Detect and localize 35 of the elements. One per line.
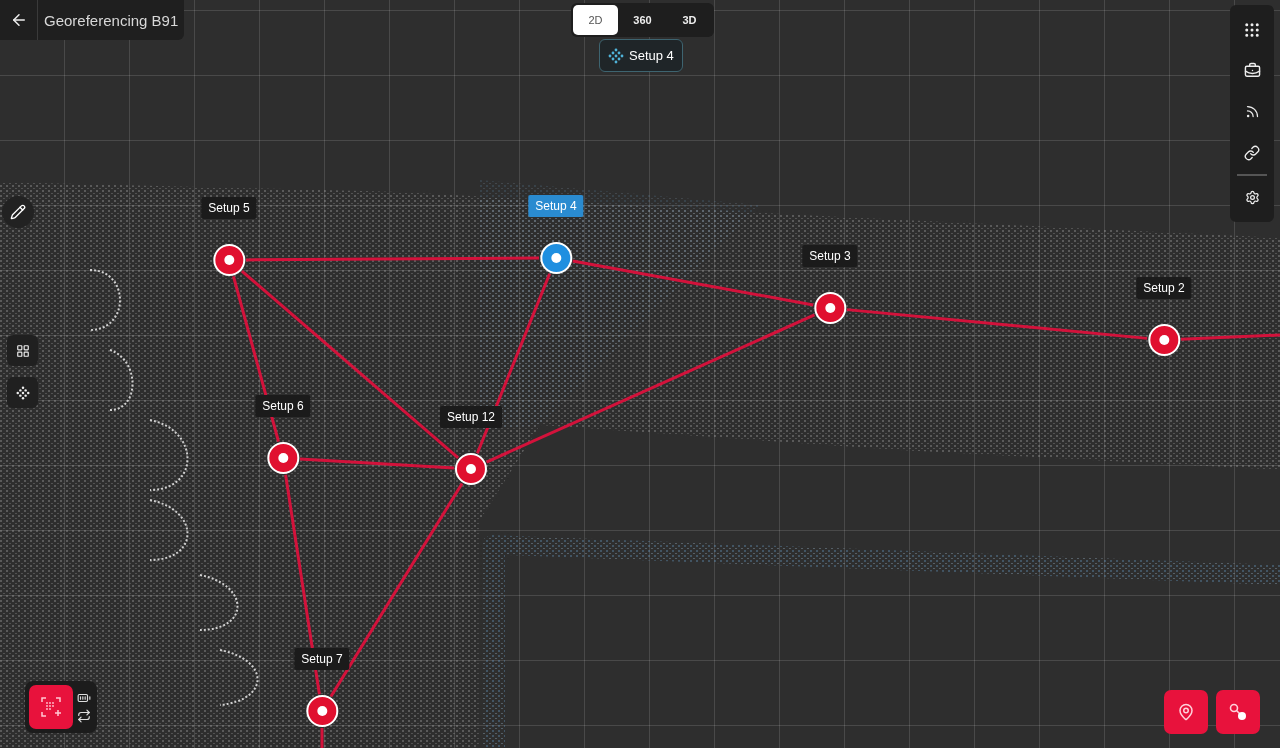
scan-dots-icon (608, 47, 624, 64)
pencil-icon (10, 204, 26, 220)
layout-button[interactable] (7, 335, 38, 366)
scan-button[interactable] (29, 685, 73, 729)
map-pin-icon (1177, 703, 1195, 721)
connect-nodes-icon (1228, 702, 1248, 722)
swap-icon (77, 709, 91, 723)
dots-diamond-icon (15, 385, 30, 400)
setup-label: Setup 4 (528, 195, 584, 217)
setup-label: Setup 12 (440, 406, 502, 428)
project-title: Georeferencing B91 (43, 11, 180, 29)
swap-button[interactable] (77, 709, 91, 723)
scan-add-icon (40, 696, 62, 718)
view-mode-tab[interactable]: 2D (573, 5, 618, 35)
add-pin-button[interactable] (1164, 690, 1208, 734)
setup-label: Setup 6 (255, 395, 311, 417)
setup-label: Setup 5 (201, 197, 257, 219)
grid-icon (15, 343, 30, 358)
connector-line (320, 728, 324, 748)
active-setup-chip[interactable]: Setup 4 (599, 39, 683, 72)
setup-label: Setup 7 (294, 648, 350, 670)
link-icon (1244, 144, 1260, 161)
battery-icon (77, 691, 91, 705)
setup-label: Setup 2 (1136, 277, 1192, 299)
active-setup-label: Setup 4 (629, 48, 674, 63)
scan-points-button[interactable] (7, 377, 38, 408)
battery-button[interactable] (77, 691, 91, 705)
connect-setups-button[interactable] (1216, 690, 1260, 734)
view-mode-tab[interactable]: 3D (667, 5, 712, 35)
settings-icon (1244, 190, 1260, 205)
view-mode-tab[interactable]: 360 (620, 5, 665, 35)
setup-label: Setup 3 (802, 245, 858, 267)
signal-icon (1244, 104, 1260, 119)
dots-grid-icon (1243, 20, 1261, 39)
toolbox-icon (1243, 62, 1261, 79)
